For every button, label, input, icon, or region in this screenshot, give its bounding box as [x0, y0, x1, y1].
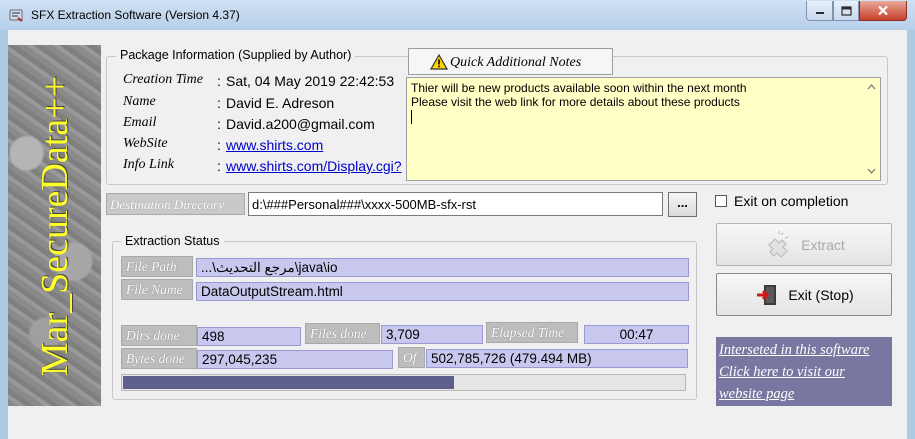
notes-scrollbar[interactable]	[863, 78, 880, 180]
info-link-label: Info Link	[123, 157, 174, 172]
creation-time-label: Creation Time	[123, 72, 203, 87]
extraction-status-title: Extraction Status	[121, 234, 224, 248]
notes-line-2: Please visit the web link for more detai…	[411, 95, 740, 109]
extract-button-label: Extract	[801, 236, 845, 253]
promo-line-1[interactable]: Interseted in this software	[719, 339, 889, 361]
notes-tab[interactable]: Quick Additional Notes	[408, 48, 613, 75]
extract-puzzle-icon	[768, 230, 789, 258]
name-label: Name	[123, 94, 156, 109]
notes-textarea[interactable]: Thier will be new products available soo…	[406, 77, 881, 181]
minimize-icon	[815, 11, 824, 14]
exit-on-completion-label: Exit on completion	[734, 193, 849, 209]
elapsed-time-value: 00:47	[584, 325, 689, 344]
bytes-done-value: 297,045,235	[197, 350, 393, 369]
dirs-done-value: 498	[197, 327, 301, 346]
app-window: SFX Extraction Software (Version 4.37) M…	[0, 0, 915, 439]
extract-button[interactable]: Extract	[716, 223, 892, 266]
creation-time-colon: :	[217, 73, 221, 89]
scroll-up-icon	[867, 84, 876, 90]
minimize-button[interactable]	[806, 1, 833, 21]
of-value: 502,785,726 (479.494 MB)	[426, 349, 688, 368]
text-caret	[411, 110, 412, 124]
close-icon	[878, 5, 888, 16]
notes-line-1: Thier will be new products available soo…	[411, 81, 747, 95]
exit-on-completion-checkbox[interactable]	[715, 195, 727, 207]
elapsed-time-label: Elapsed Time	[486, 322, 578, 343]
scroll-down-icon	[867, 168, 876, 174]
file-path-value: ...\مرجع التحديث\java\io	[196, 258, 689, 277]
notes-tab-label: Quick Additional Notes	[450, 55, 582, 70]
promo-panel[interactable]: Interseted in this software Click here t…	[716, 337, 892, 406]
exit-button-label: Exit (Stop)	[788, 286, 854, 303]
bottom-strip	[8, 429, 907, 439]
maximize-button[interactable]	[833, 1, 859, 21]
file-name-label: File Name	[121, 279, 193, 300]
info-link-colon: :	[217, 158, 221, 174]
website-link[interactable]: www.shirts.com	[226, 137, 323, 153]
creation-time-value: Sat, 04 May 2019 22:42:53	[226, 73, 395, 89]
maximize-icon	[840, 5, 852, 16]
exit-door-icon	[757, 284, 777, 305]
of-label: Of	[398, 347, 425, 368]
package-info-title: Package Information (Supplied by Author)	[116, 48, 356, 62]
window-title: SFX Extraction Software (Version 4.37)	[31, 8, 240, 22]
title-bar[interactable]: SFX Extraction Software (Version 4.37)	[0, 0, 915, 30]
name-value: David E. Adreson	[226, 95, 335, 111]
website-colon: :	[217, 137, 221, 153]
sfx-app-icon	[9, 9, 23, 22]
client-area: Mar_SecureData++ Package Information (Su…	[8, 30, 907, 439]
brand-sidebar: Mar_SecureData++	[8, 45, 101, 406]
email-colon: :	[217, 116, 221, 132]
brand-text: Mar_SecureData++	[33, 75, 76, 376]
dirs-done-label: Dirs done	[121, 325, 197, 346]
destination-label: Destination Directory	[106, 193, 245, 215]
promo-line-3[interactable]: website page	[719, 383, 889, 405]
extraction-progress-bar	[121, 374, 686, 391]
files-done-label: Files done	[305, 323, 380, 344]
destination-input[interactable]	[248, 192, 663, 216]
files-done-value: 3,709	[381, 325, 483, 344]
extraction-progress-fill	[123, 376, 454, 389]
bytes-done-label: Bytes done	[121, 348, 197, 369]
file-name-value: DataOutputStream.html	[196, 282, 689, 301]
warning-icon	[430, 54, 448, 70]
name-colon: :	[217, 95, 221, 111]
website-label: WebSite	[123, 136, 168, 151]
email-label: Email	[123, 115, 157, 130]
exit-stop-button[interactable]: Exit (Stop)	[716, 273, 892, 316]
email-value: David.a200@gmail.com	[226, 116, 375, 132]
file-path-label: File Path	[121, 256, 193, 277]
promo-line-2[interactable]: Click here to visit our	[719, 361, 889, 383]
close-button[interactable]	[859, 1, 907, 21]
browse-button[interactable]: ...	[668, 192, 697, 217]
info-link[interactable]: www.shirts.com/Display.cgi?	[226, 158, 406, 174]
